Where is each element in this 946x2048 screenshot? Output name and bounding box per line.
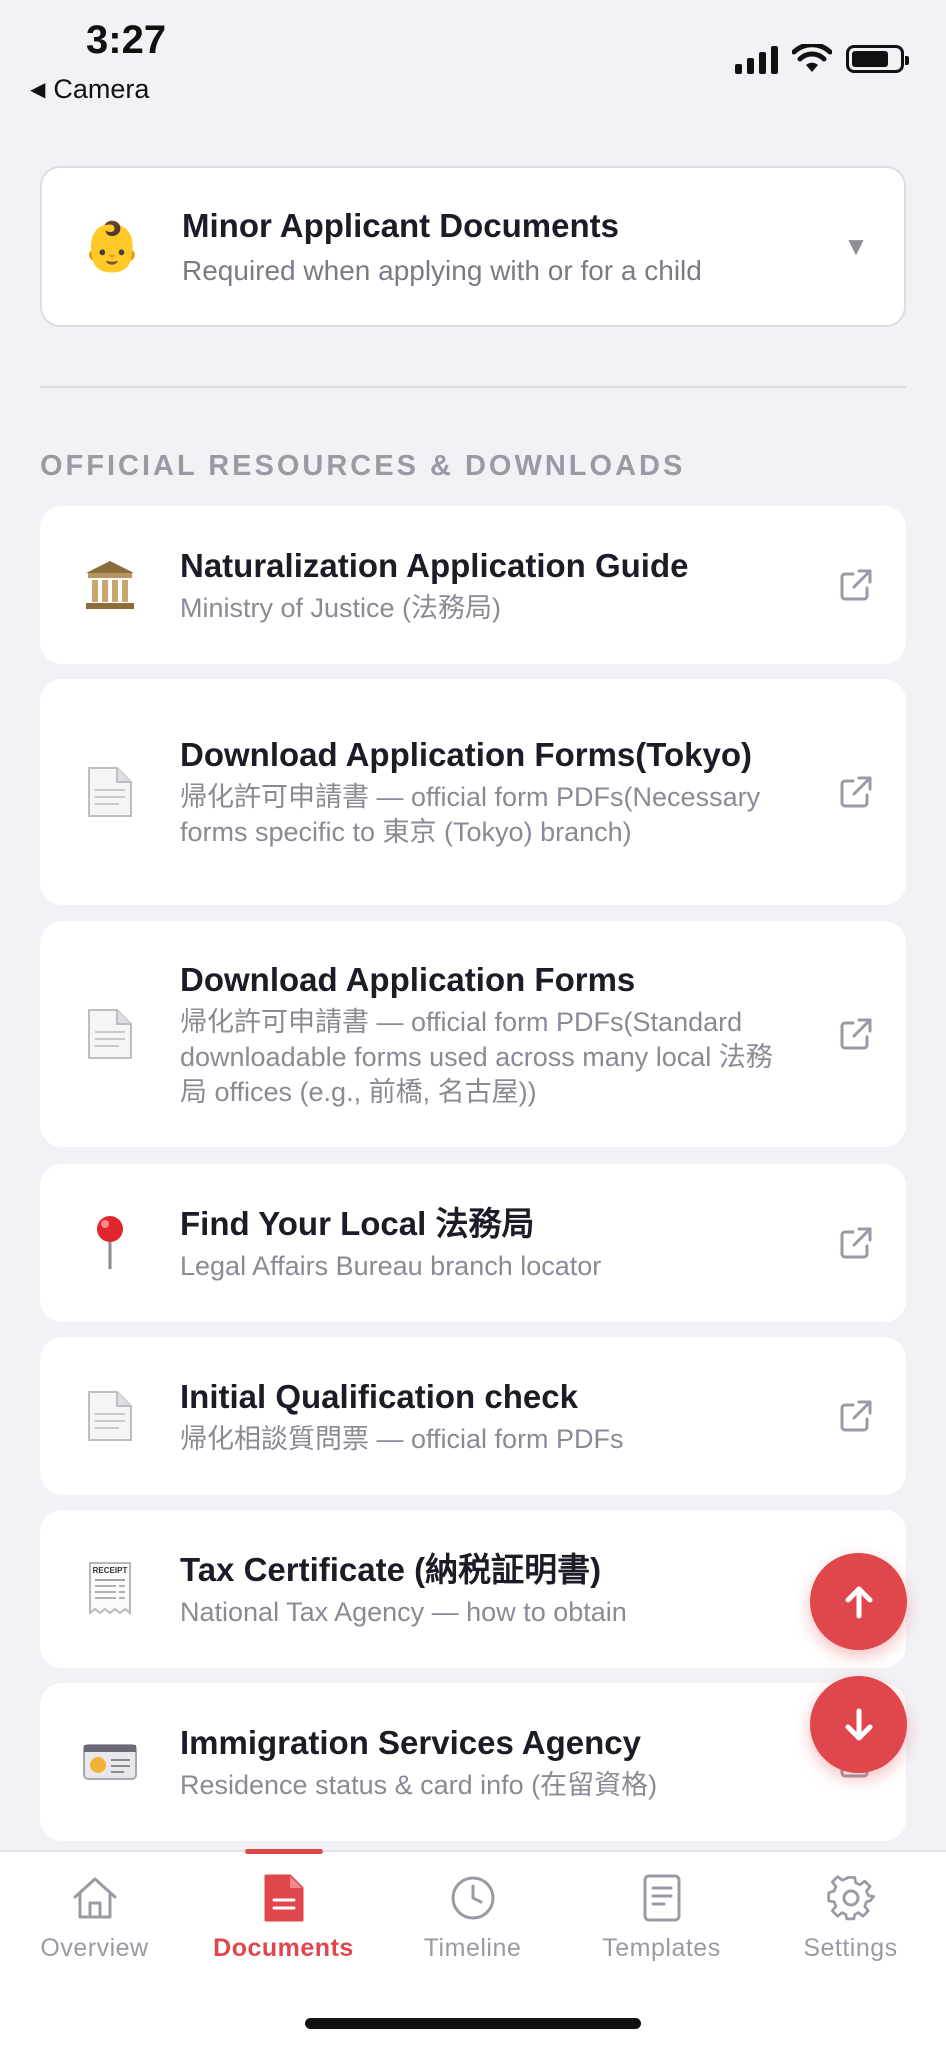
minor-card-subtitle: Required when applying with or for a chi…: [182, 254, 702, 286]
chevron-down-icon[interactable]: ▼: [808, 231, 904, 262]
document-icon: [40, 1388, 180, 1444]
tab-settings[interactable]: Settings: [756, 1852, 945, 1982]
tab-label: Templates: [602, 1934, 721, 1962]
status-icons: [735, 44, 909, 74]
resource-title: Initial Qualification check: [180, 1377, 578, 1415]
external-link-icon[interactable]: [806, 774, 906, 810]
tab-documents[interactable]: Documents: [189, 1852, 378, 1982]
resource-card-forms-standard[interactable]: Download Application Forms 帰化許可申請書 — off…: [40, 921, 906, 1147]
home-indicator: [305, 2018, 641, 2029]
tab-templates[interactable]: Templates: [567, 1852, 756, 1982]
tab-label: Settings: [803, 1934, 898, 1962]
baby-icon: 👶: [82, 221, 142, 274]
back-to-app-link[interactable]: ◀ Camera: [30, 74, 149, 105]
tab-overview[interactable]: Overview: [0, 1852, 189, 1982]
gear-icon: [826, 1870, 876, 1926]
template-icon: [640, 1870, 684, 1926]
wifi-icon: [792, 44, 832, 72]
id-card-icon: [40, 1742, 180, 1782]
scroll-down-button[interactable]: [810, 1676, 907, 1773]
resource-subtitle: 帰化許可申請書 — official form PDFs(Necessary f…: [180, 782, 761, 847]
tab-label: Documents: [213, 1934, 354, 1962]
status-time: 3:27: [86, 18, 167, 62]
bank-building-icon: [40, 557, 180, 613]
tab-label: Timeline: [423, 1934, 522, 1962]
map-pin-icon: [40, 1213, 180, 1273]
back-app-label: Camera: [53, 74, 150, 104]
document-icon: [40, 1006, 180, 1062]
external-link-icon[interactable]: [806, 1398, 906, 1434]
arrow-up-icon: [845, 1586, 872, 1618]
minor-applicant-documents-card[interactable]: 👶 Minor Applicant Documents Required whe…: [40, 166, 906, 327]
resource-title: Immigration Services Agency: [180, 1723, 641, 1761]
resource-card-qualification-check[interactable]: Initial Qualification check 帰化相談質問票 — of…: [40, 1337, 906, 1495]
resource-title: Naturalization Application Guide: [180, 546, 689, 584]
home-icon: [70, 1870, 120, 1926]
external-link-icon[interactable]: [806, 567, 906, 603]
cellular-signal-icon: [735, 44, 778, 74]
resource-subtitle: Ministry of Justice (法務局): [180, 592, 502, 623]
resource-title: Find Your Local 法務局: [180, 1204, 535, 1242]
minor-card-title: Minor Applicant Documents: [182, 206, 619, 244]
resource-card-naturalization-guide[interactable]: Naturalization Application Guide Ministr…: [40, 506, 906, 664]
resource-subtitle: Residence status & card info (在留資格): [180, 1769, 658, 1800]
document-icon: [40, 764, 180, 820]
resource-subtitle: Legal Affairs Bureau branch locator: [180, 1250, 602, 1281]
arrow-down-icon: [845, 1708, 872, 1740]
section-divider: [40, 386, 906, 388]
external-link-icon[interactable]: [806, 1016, 906, 1052]
resource-title: Download Application Forms: [180, 960, 636, 998]
battery-icon: [846, 45, 909, 73]
resource-subtitle: 帰化相談質問票 — official form PDFs: [180, 1423, 624, 1454]
resource-title: Tax Certificate (納税証明書): [180, 1550, 602, 1588]
resource-subtitle: National Tax Agency — how to obtain: [180, 1596, 627, 1627]
external-link-icon[interactable]: [806, 1225, 906, 1261]
status-bar: 3:27 ◀ Camera: [0, 0, 946, 120]
resource-card-local-bureau[interactable]: Find Your Local 法務局 Legal Affairs Bureau…: [40, 1164, 906, 1322]
scroll-up-button[interactable]: [810, 1553, 907, 1650]
resource-card-immigration-agency[interactable]: Immigration Services Agency Residence st…: [40, 1683, 906, 1841]
receipt-icon: RECEIPT: [40, 1561, 180, 1617]
resource-subtitle: 帰化許可申請書 — official form PDFs(Standard do…: [180, 1006, 773, 1107]
section-title: OFFICIAL RESOURCES & DOWNLOADS: [40, 450, 686, 482]
document-icon: [262, 1870, 306, 1926]
tab-label: Overview: [40, 1934, 149, 1962]
resource-card-tax-certificate[interactable]: RECEIPT Tax Certificate (納税証明書) National…: [40, 1510, 906, 1668]
clock-icon: [449, 1870, 497, 1926]
back-triangle-icon: ◀: [30, 79, 46, 101]
resource-title: Download Application Forms(Tokyo): [180, 736, 752, 773]
tab-timeline[interactable]: Timeline: [378, 1852, 567, 1982]
resource-card-forms-tokyo[interactable]: Download Application Forms(Tokyo) 帰化許可申請…: [40, 679, 906, 905]
receipt-text: RECEIPT: [93, 1566, 128, 1575]
